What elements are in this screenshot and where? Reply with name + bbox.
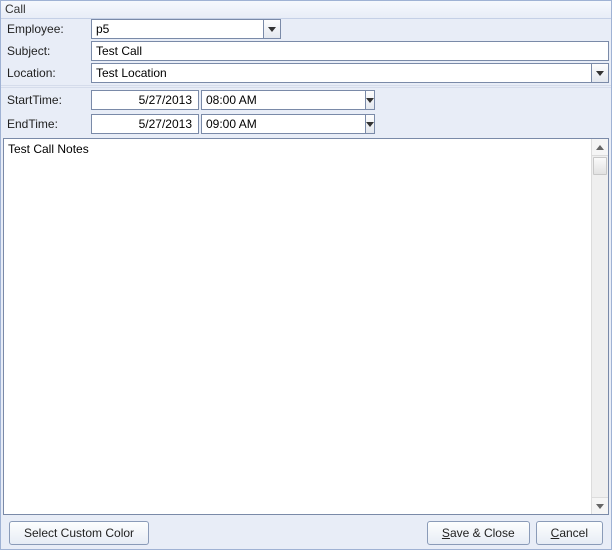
select-custom-color-button[interactable]: Select Custom Color	[9, 521, 149, 545]
employee-dropdown-button[interactable]	[263, 19, 281, 39]
scroll-up-button[interactable]	[592, 139, 608, 156]
employee-label: Employee:	[1, 19, 91, 41]
chevron-down-icon	[366, 98, 374, 103]
start-time-input[interactable]	[201, 90, 365, 110]
subject-label: Subject:	[1, 41, 91, 63]
employee-input[interactable]	[91, 19, 263, 39]
location-input[interactable]	[91, 63, 591, 83]
chevron-down-icon	[596, 71, 604, 76]
save-and-close-button[interactable]: Save & Close	[427, 521, 530, 545]
end-time-input[interactable]	[201, 114, 365, 134]
subject-input[interactable]	[91, 41, 609, 61]
save-close-post: ave & Close	[450, 526, 515, 540]
chevron-up-icon	[596, 145, 604, 150]
save-close-accel: S	[442, 526, 450, 540]
button-bar: Select Custom Color Save & Close Cancel	[1, 517, 611, 549]
window-title: Call	[1, 1, 611, 19]
cancel-accel: C	[551, 526, 560, 540]
notes-textarea[interactable]	[4, 139, 591, 514]
end-time-combo[interactable]	[201, 114, 311, 134]
location-label: Location:	[1, 63, 91, 85]
header-form: Employee: Subject: Location:	[1, 19, 611, 85]
endtime-label: EndTime:	[1, 117, 91, 131]
location-dropdown-button[interactable]	[591, 63, 609, 83]
end-date-input[interactable]	[91, 114, 199, 134]
end-time-dropdown-button[interactable]	[365, 114, 375, 134]
notes-area	[3, 138, 609, 515]
scroll-down-button[interactable]	[592, 497, 608, 514]
start-date-input[interactable]	[91, 90, 199, 110]
location-combo[interactable]	[91, 63, 609, 83]
datetime-form: StartTime: EndTime:	[1, 88, 611, 136]
call-dialog: Call Employee: Subject: Location:	[0, 0, 612, 550]
employee-combo[interactable]	[91, 19, 281, 39]
cancel-post: ancel	[559, 526, 588, 540]
chevron-down-icon	[268, 27, 276, 32]
cancel-button[interactable]: Cancel	[536, 521, 603, 545]
start-time-combo[interactable]	[201, 90, 311, 110]
chevron-down-icon	[366, 122, 374, 127]
chevron-down-icon	[596, 504, 604, 509]
notes-scrollbar[interactable]	[591, 139, 608, 514]
start-time-dropdown-button[interactable]	[365, 90, 375, 110]
starttime-label: StartTime:	[1, 93, 91, 107]
scroll-thumb[interactable]	[593, 157, 607, 175]
